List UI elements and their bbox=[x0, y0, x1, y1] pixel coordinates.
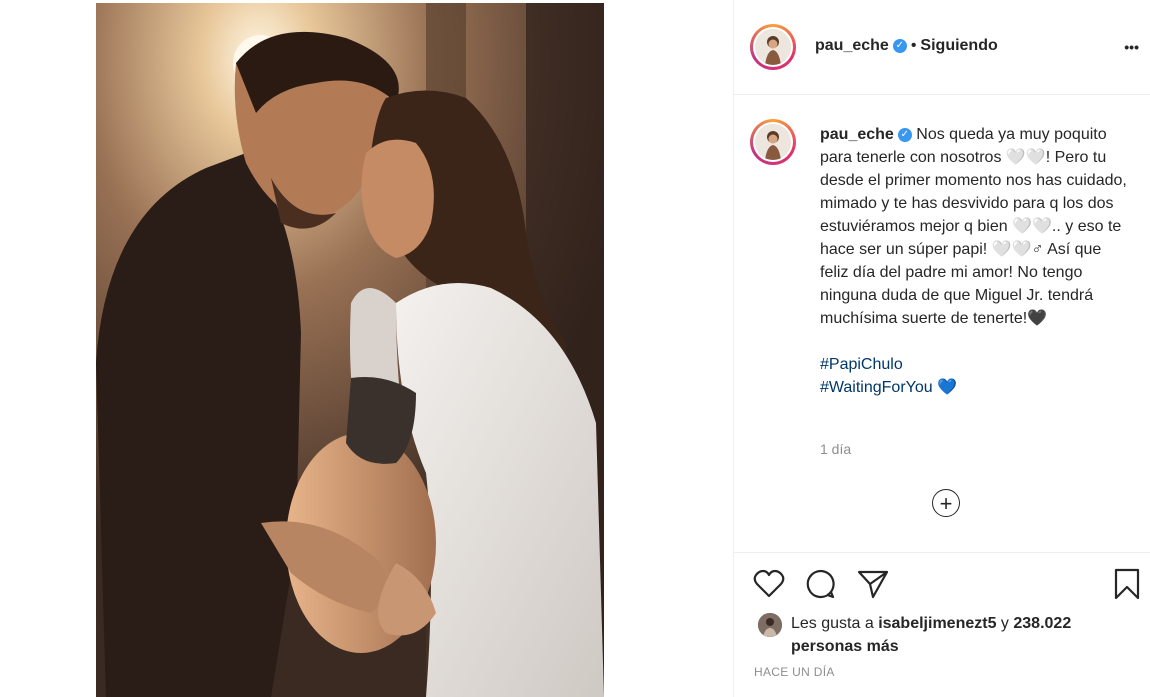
following-button[interactable]: Siguiendo bbox=[920, 37, 997, 54]
more-options-icon[interactable]: ••• bbox=[1124, 39, 1139, 55]
heart-icon[interactable] bbox=[752, 567, 786, 601]
liker-username[interactable]: isabeljimenezt5 bbox=[878, 615, 996, 632]
post-image[interactable] bbox=[96, 3, 604, 697]
likes-prefix: Les gusta a bbox=[791, 615, 874, 632]
liker-avatar[interactable] bbox=[758, 613, 782, 637]
caption-username[interactable]: pau_eche bbox=[820, 126, 894, 143]
post-photo-illustration bbox=[96, 3, 604, 697]
hashtag-link[interactable]: #WaitingForYou bbox=[820, 379, 933, 396]
caption-author-avatar[interactable] bbox=[750, 119, 796, 165]
likes-joiner: y bbox=[1000, 615, 1009, 632]
post-date[interactable]: HACE UN DÍA bbox=[754, 665, 835, 679]
content-gap bbox=[604, 0, 734, 697]
post-actions: Les gusta a isabeljimenezt5 y 238.022 pe… bbox=[734, 553, 1150, 697]
share-icon[interactable] bbox=[856, 567, 890, 601]
page-margin bbox=[0, 0, 96, 697]
author-avatar-image bbox=[755, 29, 791, 65]
verified-badge-icon: ✓ bbox=[892, 38, 907, 53]
header-user-line: pau_eche ✓ • Siguiendo bbox=[815, 37, 998, 55]
bookmark-icon[interactable] bbox=[1110, 567, 1144, 601]
caption-area: pau_eche ✓ Nos queda ya muy poquito para … bbox=[734, 95, 1150, 553]
caption-avatar-image bbox=[755, 124, 791, 160]
load-more-comments-button[interactable]: + bbox=[932, 489, 960, 517]
hashtag-link[interactable]: #PapiChulo bbox=[820, 353, 1130, 376]
post-side-panel: pau_eche ✓ • Siguiendo ••• pau_eche ✓ Nos qu… bbox=[733, 0, 1150, 697]
caption-body: Nos queda ya muy poquito para tenerle co… bbox=[820, 126, 1127, 327]
author-avatar[interactable] bbox=[750, 24, 796, 70]
post-header: pau_eche ✓ • Siguiendo ••• bbox=[734, 0, 1150, 95]
header-separator: • bbox=[910, 37, 917, 54]
blue-heart-emoji: 💙 bbox=[937, 379, 958, 396]
caption-text: pau_eche ✓ Nos queda ya muy poquito para … bbox=[820, 123, 1130, 399]
caption-verified-icon: ✓ bbox=[897, 127, 912, 142]
comment-icon[interactable] bbox=[804, 567, 838, 601]
caption-timestamp[interactable]: 1 día bbox=[820, 441, 851, 457]
author-username[interactable]: pau_eche bbox=[815, 37, 889, 54]
